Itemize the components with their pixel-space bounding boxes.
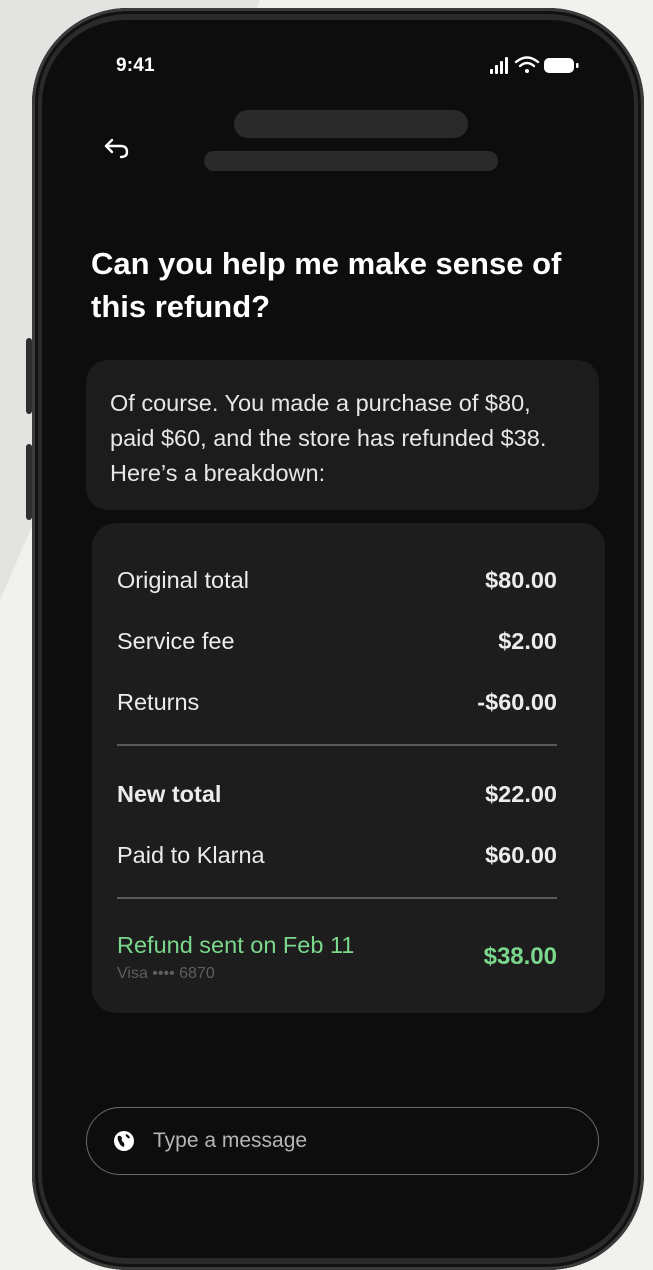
breakdown-row: Service fee $2.00 [117,628,557,655]
signal-icon [490,57,508,74]
user-question: Can you help me make sense of this refun… [91,246,562,324]
total-row: Paid to Klarna $60.00 [117,842,557,869]
row-value: $22.00 [485,781,557,807]
message-input[interactable] [151,1128,598,1154]
divider [117,744,557,746]
back-button[interactable] [94,128,138,168]
phone-button-mute [26,338,32,414]
row-value: $60.00 [485,842,557,868]
breakdown-row: Original total $80.00 [117,567,557,594]
header-title-placeholder [234,110,468,138]
breakdown-row: Returns -$60.00 [117,689,557,716]
refund-payment-method: Visa •••• 6870 [117,965,215,982]
row-label: Paid to Klarna [117,842,265,868]
row-value: $80.00 [485,567,557,593]
phone-button-volume [26,444,32,520]
phone-screen: 9:41 Can you help me make sense of this … [42,20,634,1258]
globe-icon[interactable] [113,1130,135,1152]
status-time: 9:41 [116,55,155,76]
wifi-icon [514,56,540,73]
refund-label: Refund sent on Feb 11 [117,932,355,958]
row-label: Returns [117,689,200,715]
message-composer[interactable] [86,1107,599,1175]
status-icons [490,56,579,74]
battery-icon [544,58,579,73]
back-arrow-icon [104,138,129,159]
row-label: New total [117,781,222,807]
row-label: Service fee [117,628,235,654]
total-row: New total $22.00 [117,781,557,808]
row-value: $2.00 [498,628,557,654]
refund-amount: $38.00 [483,943,557,970]
header-subtitle-placeholder [204,151,498,171]
divider [117,897,557,899]
row-value: -$60.00 [477,689,557,715]
assistant-message: Of course. You made a purchase of $80, p… [86,360,599,510]
row-label: Original total [117,567,249,593]
refund-breakdown-card: Original total $80.00 Service fee $2.00 … [92,523,605,1013]
